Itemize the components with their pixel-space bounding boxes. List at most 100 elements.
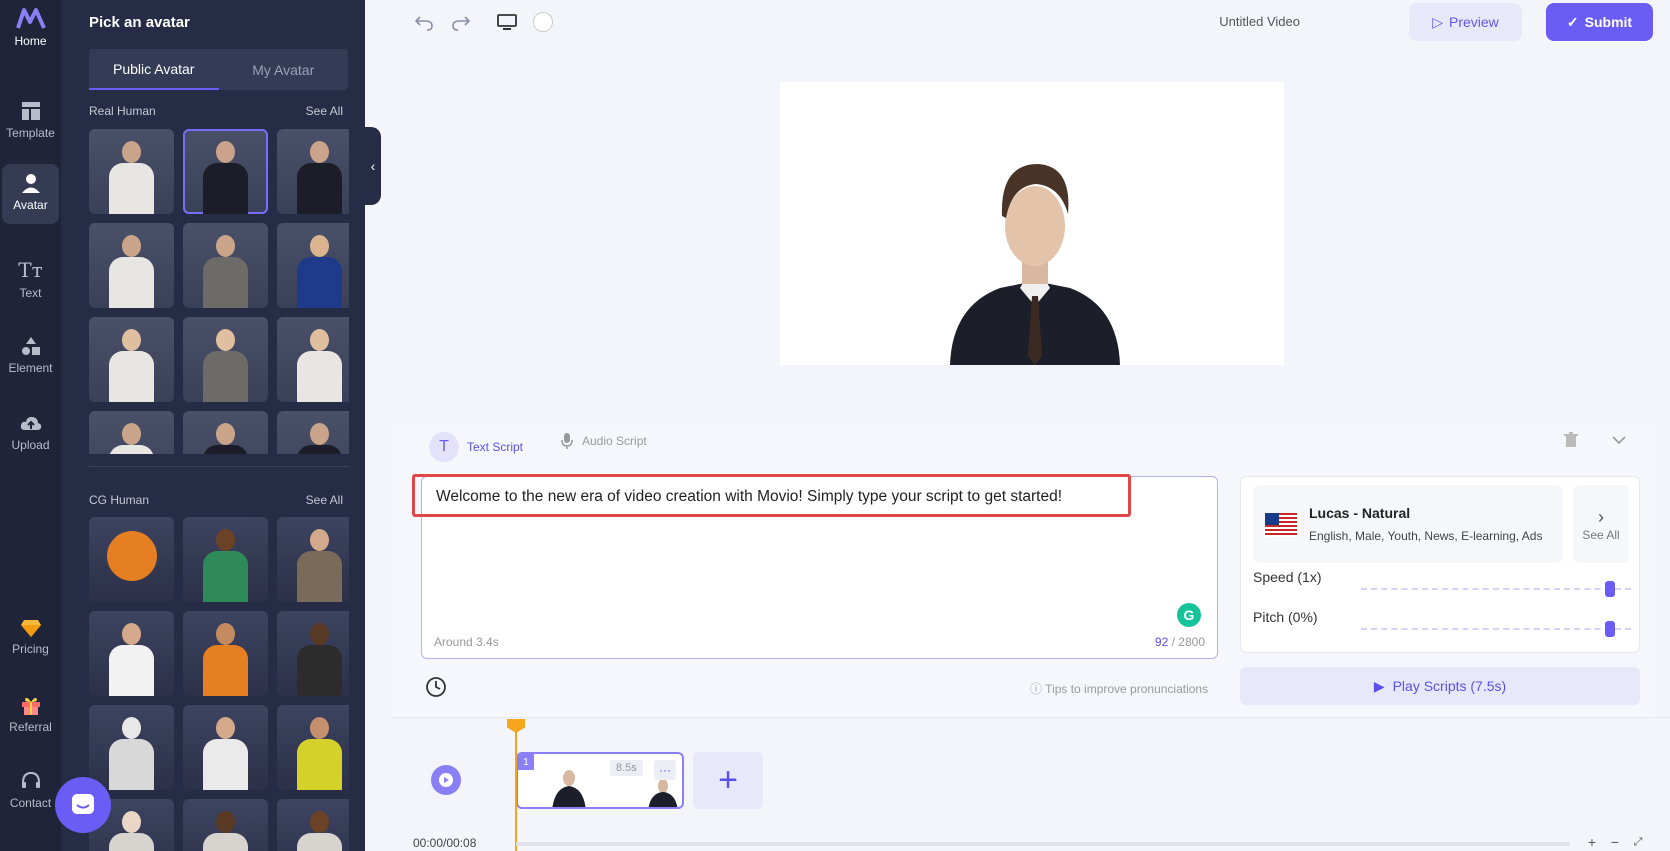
play-scripts-button[interactable]: ▶ Play Scripts (7.5s)	[1240, 667, 1640, 705]
cg-avatar-thumb[interactable]	[183, 611, 268, 696]
nav-home[interactable]: Home	[0, 6, 61, 48]
speed-slider[interactable]	[1361, 581, 1631, 597]
tab-my-avatar[interactable]: My Avatar	[219, 49, 349, 90]
nav-contact[interactable]: Contact	[0, 770, 61, 810]
script-textarea[interactable]: Welcome to the new era of video creation…	[421, 476, 1218, 659]
avatar-thumb[interactable]	[89, 223, 174, 308]
add-scene-button[interactable]: +	[693, 752, 763, 809]
collapse-script-button[interactable]	[1612, 432, 1628, 448]
voice-card[interactable]: Lucas - Natural English, Male, Youth, Ne…	[1253, 485, 1563, 563]
nav-element[interactable]: Element	[0, 335, 61, 375]
avatar-thumb-selected[interactable]	[183, 129, 268, 214]
cg-avatar-thumb[interactable]	[183, 705, 268, 790]
nav-upload[interactable]: Upload	[0, 412, 61, 452]
undo-icon	[414, 16, 433, 31]
timeline-scrollbar[interactable]	[516, 842, 1570, 846]
voice-see-all-button[interactable]: › See All	[1573, 485, 1629, 563]
avatar-thumb[interactable]	[183, 411, 268, 454]
avatar-thumb[interactable]	[89, 411, 174, 454]
nav-referral-label: Referral	[9, 720, 52, 734]
timeline-play-button[interactable]	[431, 765, 461, 795]
avatar-thumb[interactable]	[277, 129, 349, 214]
tab-audio-script-label: Audio Script	[582, 434, 647, 448]
collapse-panel-button[interactable]: ‹	[365, 127, 381, 205]
cg-human-grid	[89, 517, 349, 851]
gift-icon	[21, 697, 40, 715]
cg-avatar-thumb[interactable]	[277, 517, 349, 602]
real-human-grid	[89, 129, 349, 454]
avatar-thumb[interactable]	[89, 129, 174, 214]
plus-icon: +	[718, 761, 738, 799]
cg-avatar-thumb[interactable]	[277, 799, 349, 851]
nav-avatar[interactable]: Avatar	[2, 164, 59, 224]
speed-slider-handle[interactable]	[1605, 581, 1615, 597]
cg-avatar-thumb[interactable]	[183, 517, 268, 602]
nav-template-label: Template	[6, 126, 55, 140]
redo-button[interactable]	[449, 10, 473, 34]
nav-referral[interactable]: Referral	[0, 694, 61, 734]
clip-number: 1	[518, 754, 534, 770]
aspect-ratio-button[interactable]	[495, 10, 519, 34]
section-title-real-human: Real Human	[89, 104, 156, 118]
diamond-icon	[20, 620, 41, 637]
submit-button[interactable]: ✓ Submit	[1546, 3, 1653, 41]
pitch-slider[interactable]	[1361, 621, 1631, 637]
tab-public-avatar[interactable]: Public Avatar	[89, 49, 219, 90]
trash-icon	[1564, 432, 1578, 447]
cg-avatar-thumb[interactable]	[89, 705, 174, 790]
avatar-thumb[interactable]	[277, 317, 349, 402]
see-all-real-human[interactable]: See All	[306, 104, 343, 118]
avatar-tabs: Public Avatar My Avatar	[89, 49, 348, 90]
playhead[interactable]	[515, 720, 517, 851]
video-canvas[interactable]	[780, 82, 1284, 365]
undo-button[interactable]	[412, 10, 436, 34]
avatar-thumb[interactable]	[183, 317, 268, 402]
fit-timeline-button[interactable]: ⤢	[1630, 834, 1646, 850]
tab-audio-script[interactable]: Audio Script	[560, 432, 647, 450]
cg-avatar-thumb[interactable]	[277, 705, 349, 790]
panel-title: Pick an avatar	[89, 14, 190, 31]
zoom-in-button[interactable]: +	[1584, 834, 1600, 850]
pronunciation-tips-link[interactable]: ⓘ Tips to improve pronunciations	[1030, 680, 1208, 697]
char-counter: 92 / 2800	[1155, 635, 1205, 649]
minus-icon: −	[1610, 834, 1620, 850]
avatar-panel: Pick an avatar Public Avatar My Avatar R…	[61, 0, 365, 851]
tab-text-script[interactable]: T Text Script	[429, 432, 523, 462]
cg-avatar-thumb[interactable]	[89, 611, 174, 696]
nav-template[interactable]: Template	[0, 100, 61, 140]
history-button[interactable]	[425, 676, 449, 700]
avatar-thumb[interactable]	[277, 223, 349, 308]
preview-button[interactable]: ▷ Preview	[1409, 3, 1522, 41]
tab-text-script-label: Text Script	[467, 440, 524, 454]
avatar-thumb[interactable]	[183, 223, 268, 308]
nav-upload-label: Upload	[11, 438, 50, 452]
avatar-thumb[interactable]	[89, 317, 174, 402]
see-all-cg-human[interactable]: See All	[306, 493, 343, 507]
video-title[interactable]: Untitled Video	[1219, 14, 1300, 29]
left-nav: Home Template Avatar Tт Text Element Upl…	[0, 0, 61, 851]
more-icon: ···	[659, 763, 671, 777]
cg-avatar-thumb[interactable]	[277, 611, 349, 696]
chat-support-button[interactable]	[55, 777, 111, 833]
nav-element-label: Element	[8, 361, 53, 375]
background-color-button[interactable]	[531, 10, 555, 34]
pitch-slider-handle[interactable]	[1605, 621, 1615, 637]
cg-avatar-thumb[interactable]	[183, 799, 268, 851]
delete-script-button[interactable]	[1564, 432, 1580, 448]
voice-name: Lucas - Natural	[1309, 505, 1411, 521]
voice-see-all-label: See All	[1582, 527, 1620, 542]
clip-more-button[interactable]: ···	[654, 760, 676, 780]
nav-pricing[interactable]: Pricing	[0, 618, 61, 656]
zoom-out-button[interactable]: −	[1607, 834, 1623, 850]
cg-avatar-thumb[interactable]	[89, 517, 174, 602]
headset-icon	[21, 771, 40, 788]
grammarly-icon[interactable]: G	[1177, 603, 1201, 627]
check-icon: ✓	[1566, 13, 1579, 30]
avatar-thumb[interactable]	[277, 411, 349, 454]
chevron-down-icon	[1612, 436, 1626, 445]
scene-clip[interactable]: 1 8.5s ···	[516, 752, 684, 809]
submit-button-label: Submit	[1584, 14, 1633, 30]
voice-tags: English, Male, Youth, News, E-learning, …	[1309, 529, 1543, 543]
nav-text[interactable]: Tт Text	[0, 258, 61, 300]
script-text[interactable]: Welcome to the new era of video creation…	[436, 488, 1062, 506]
